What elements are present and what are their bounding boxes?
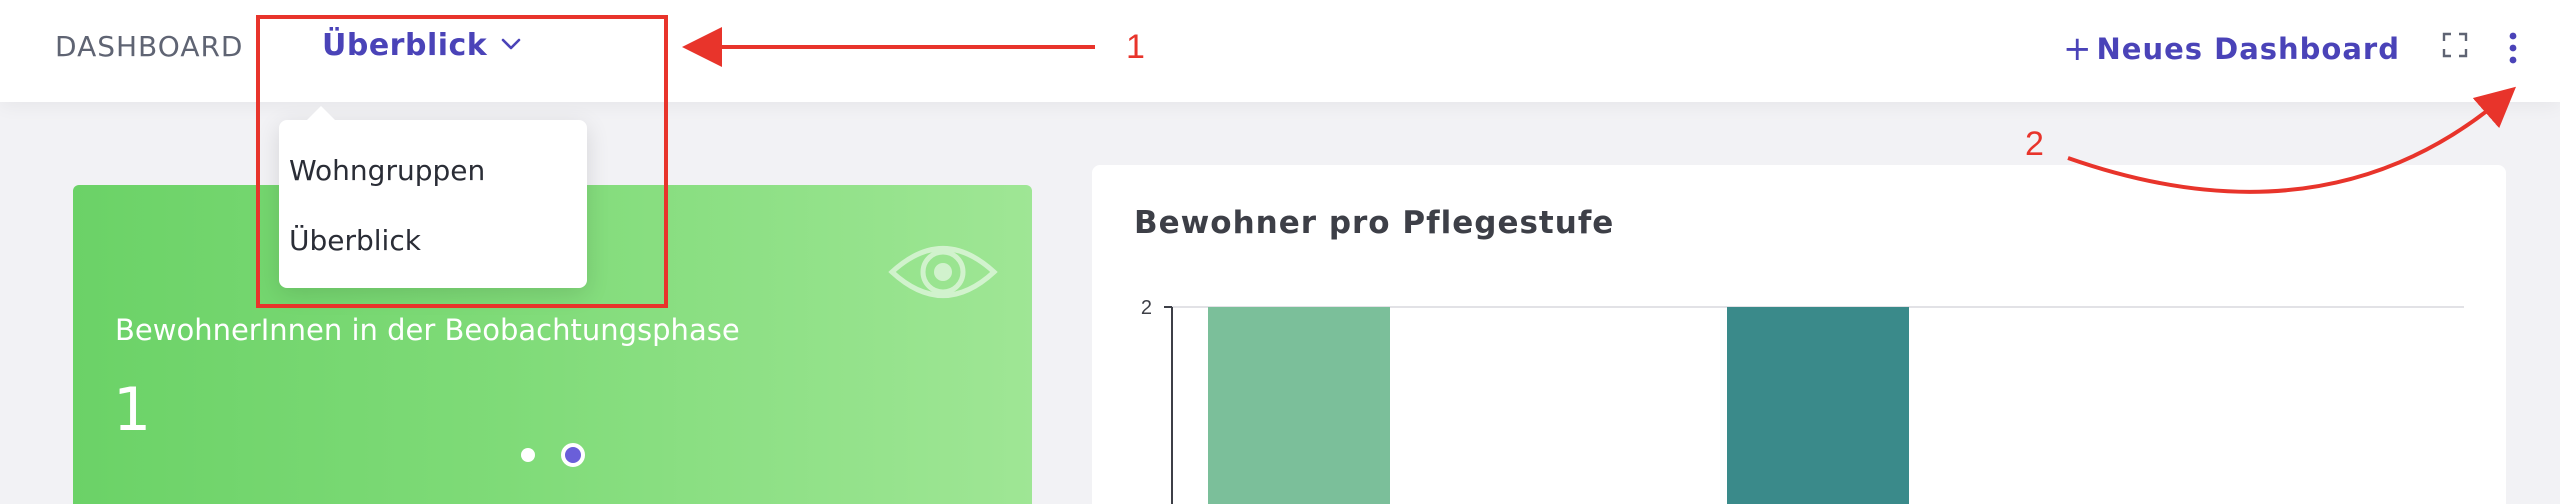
annotation-number-2: 2 [2025, 125, 2044, 163]
annotation-number-1: 1 [1126, 28, 1145, 66]
annotation-arrow-2 [2067, 86, 2517, 194]
annotation-arrows [682, 27, 2517, 194]
